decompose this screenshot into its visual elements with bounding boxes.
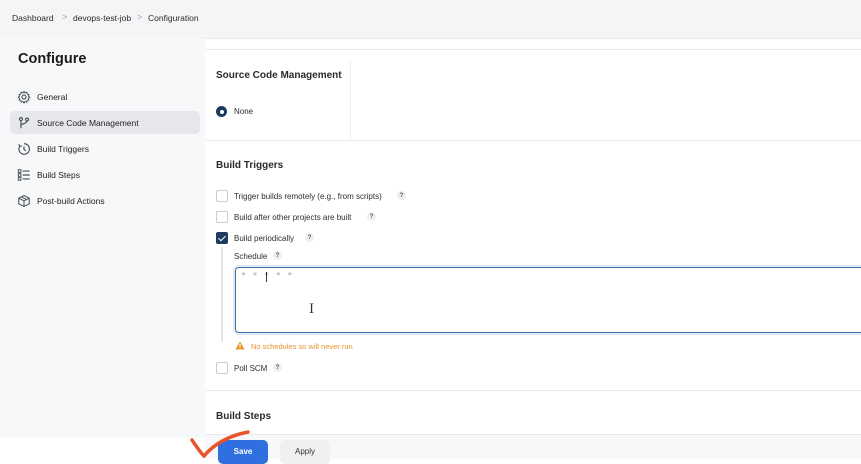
breadcrumb-separator: >: [62, 12, 68, 22]
breadcrumb-dashboard[interactable]: Dashboard: [12, 13, 54, 23]
trigger-remotely-checkbox[interactable]: [216, 190, 228, 202]
checkmark-annotation-icon: [190, 430, 250, 458]
help-icon[interactable]: ?: [305, 233, 314, 242]
scm-none-radio[interactable]: [216, 106, 227, 117]
sidebar-item-label: Post-build Actions: [37, 196, 105, 206]
help-icon[interactable]: ?: [273, 251, 282, 260]
help-icon[interactable]: ?: [273, 363, 282, 372]
sidebar-item-label: Build Triggers: [37, 144, 89, 154]
sidebar-item-label: Build Steps: [37, 170, 80, 180]
sidebar-item-label: Source Code Management: [37, 118, 139, 128]
build-after-other-checkbox[interactable]: [216, 211, 228, 223]
build-after-other-label[interactable]: Build after other projects are built: [234, 213, 351, 222]
nested-options-indent: [221, 247, 223, 342]
package-icon: [18, 194, 30, 208]
poll-scm-checkbox[interactable]: [216, 362, 228, 374]
sidebar-item-label: General: [37, 92, 68, 102]
gear-icon: [17, 90, 31, 104]
build-periodically-checkbox[interactable]: [216, 232, 228, 244]
build-periodically-label[interactable]: Build periodically: [234, 234, 294, 243]
text-caret: [266, 272, 267, 282]
warning-icon: [235, 341, 245, 350]
trigger-remotely-label[interactable]: Trigger builds remotely (e.g., from scri…: [234, 192, 382, 201]
schedule-value[interactable]: * * * * *: [241, 271, 293, 280]
schedule-label: Schedule: [234, 252, 268, 261]
section-divider: [206, 390, 861, 391]
text-cursor-icon: I: [309, 302, 315, 317]
breadcrumb-configuration[interactable]: Configuration: [148, 13, 199, 23]
scm-none-label[interactable]: None: [234, 107, 253, 116]
build-steps-section-title: Build Steps: [216, 411, 272, 422]
list-icon: [17, 169, 30, 181]
section-divider: [206, 140, 861, 141]
column-divider: [350, 60, 351, 140]
apply-button[interactable]: Apply: [280, 440, 330, 464]
branch-icon: [18, 117, 30, 129]
schedule-textarea[interactable]: [235, 267, 861, 333]
scm-section-title: Source Code Management: [216, 70, 342, 81]
clock-icon: [18, 143, 30, 155]
schedule-warning: No schedules so will never run: [251, 342, 353, 351]
help-icon[interactable]: ?: [397, 191, 406, 200]
section-divider: [206, 49, 861, 50]
help-icon[interactable]: ?: [367, 212, 376, 221]
poll-scm-label[interactable]: Poll SCM: [234, 364, 267, 373]
breadcrumb-separator: >: [137, 12, 143, 22]
build-triggers-section-title: Build Triggers: [216, 160, 284, 171]
sidebar-title: Configure: [18, 51, 87, 67]
breadcrumb-job[interactable]: devops-test-job: [73, 13, 131, 23]
